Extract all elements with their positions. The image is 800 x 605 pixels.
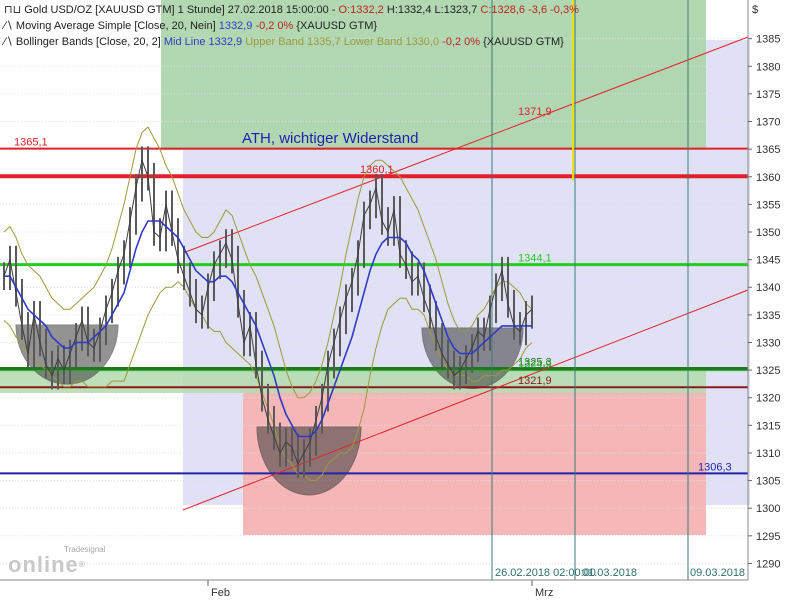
y-tick-label-1300: 1300 — [756, 503, 780, 515]
zone-layer — [0, 0, 750, 535]
legend-price-open: O:1332,2 — [338, 4, 384, 16]
chart-legend: ⊓⊔ Gold USD/OZ [XAUUSD GTM] 1 Stunde] 27… — [4, 2, 579, 50]
level-label-ath: 1365,1 — [14, 137, 48, 149]
level-label-mid-support: 1324,9 — [518, 359, 552, 371]
legend-sma-change: -0,2 0% — [252, 20, 294, 32]
level-label-major-resistance: 1360,1 — [360, 164, 394, 176]
x-axis: Feb Mrz — [0, 579, 748, 599]
legend-sma-tail: {XAUUSD GTM} — [293, 20, 378, 32]
y-tick-label-1315: 1315 — [756, 420, 780, 432]
date-label-3: 09.03.2018 — [690, 567, 745, 579]
logo-big-text: online — [8, 552, 79, 577]
x-tick-label-Feb: Feb — [211, 587, 230, 599]
logo-registered: ® — [78, 560, 85, 569]
legend-bb-mid: Mid Line 1332,9 — [163, 36, 243, 48]
chart-container: 1365,1 1360,1 1344,1 1325,3 1324,9 1321,9 1306… — [0, 0, 800, 600]
tradesignal-logo: Tradesignal online® — [8, 545, 106, 579]
date-label-2: 01.03.2018 — [582, 567, 637, 579]
y-axis: 1290 1295 1300 1305 1310 1315 1320 1325 1330 1335… — [747, 0, 780, 580]
x-tick-label-Mrz: Mrz — [535, 587, 553, 599]
line-icon: ∕∖ — [4, 20, 13, 32]
legend-sma-main: Moving Average Simple [Close, 20, Nein] — [15, 20, 219, 32]
level-label-deep-support: 1306,3 — [698, 461, 732, 473]
y-tick-label-1320: 1320 — [756, 393, 780, 405]
legend-bb-main: Bollinger Bands [Close, 20, 2] — [15, 36, 164, 48]
y-tick-label-1375: 1375 — [756, 89, 780, 101]
legend-row-price: ⊓⊔ Gold USD/OZ [XAUUSD GTM] 1 Stunde] 27… — [4, 2, 579, 18]
y-tick-label-1370: 1370 — [756, 117, 780, 129]
price-chart: 1365,11360,11344,11325,31324,91321,91306… — [0, 0, 780, 599]
candles-icon: ⊓⊔ — [4, 4, 22, 16]
y-tick-label-1360: 1360 — [756, 172, 780, 184]
currency-label: $ — [752, 4, 758, 16]
ath-annotation: ATH, wichtiger Widerstand — [242, 130, 418, 147]
legend-price-main: Gold USD/OZ [XAUUSD GTM] 1 Stunde] 27.02… — [24, 4, 339, 16]
legend-price-hl: H:1332,4 L:1323,7 — [383, 4, 481, 16]
y-tick-label-1340: 1340 — [756, 282, 780, 294]
y-tick-label-1295: 1295 — [756, 531, 780, 543]
y-tick-label-1380: 1380 — [756, 61, 780, 73]
y-tick-label-1355: 1355 — [756, 199, 780, 211]
y-tick-label-1290: 1290 — [756, 558, 780, 570]
legend-bb-upper: Upper Band 1335,7 — [242, 36, 341, 48]
y-tick-label-1310: 1310 — [756, 448, 780, 460]
channel-value-label: 1371,9 — [518, 106, 552, 118]
y-tick-label-1365: 1365 — [756, 144, 780, 156]
legend-price-close: C:1328,6 -3,6 -0,3% — [480, 4, 579, 16]
legend-bb-lower: Lower Band 1330,0 — [340, 36, 440, 48]
legend-row-bollinger: ∕∖ Bollinger Bands [Close, 20, 2] Mid Li… — [4, 34, 579, 50]
legend-row-sma: ∕∖ Moving Average Simple [Close, 20, Nei… — [4, 18, 579, 34]
legend-bb-tail: {XAUUSD GTM} — [480, 36, 564, 48]
date-label-1: 26.02.2018 02:00:00 — [495, 567, 596, 579]
y-tick-label-1350: 1350 — [756, 227, 780, 239]
line-icon: ∕∖ — [4, 36, 13, 48]
level-label-green-resistance: 1344,1 — [518, 253, 552, 265]
y-tick-label-1335: 1335 — [756, 310, 780, 322]
y-tick-label-1345: 1345 — [756, 255, 780, 267]
legend-bb-change: -0,2 0% — [439, 36, 481, 48]
level-label-lower-support: 1321,9 — [518, 375, 552, 387]
y-tick-label-1305: 1305 — [756, 476, 780, 488]
y-tick-label-1330: 1330 — [756, 337, 780, 349]
y-tick-label-1385: 1385 — [756, 34, 780, 46]
legend-sma-value: 1332,9 — [218, 20, 253, 32]
y-tick-label-1325: 1325 — [756, 365, 780, 377]
